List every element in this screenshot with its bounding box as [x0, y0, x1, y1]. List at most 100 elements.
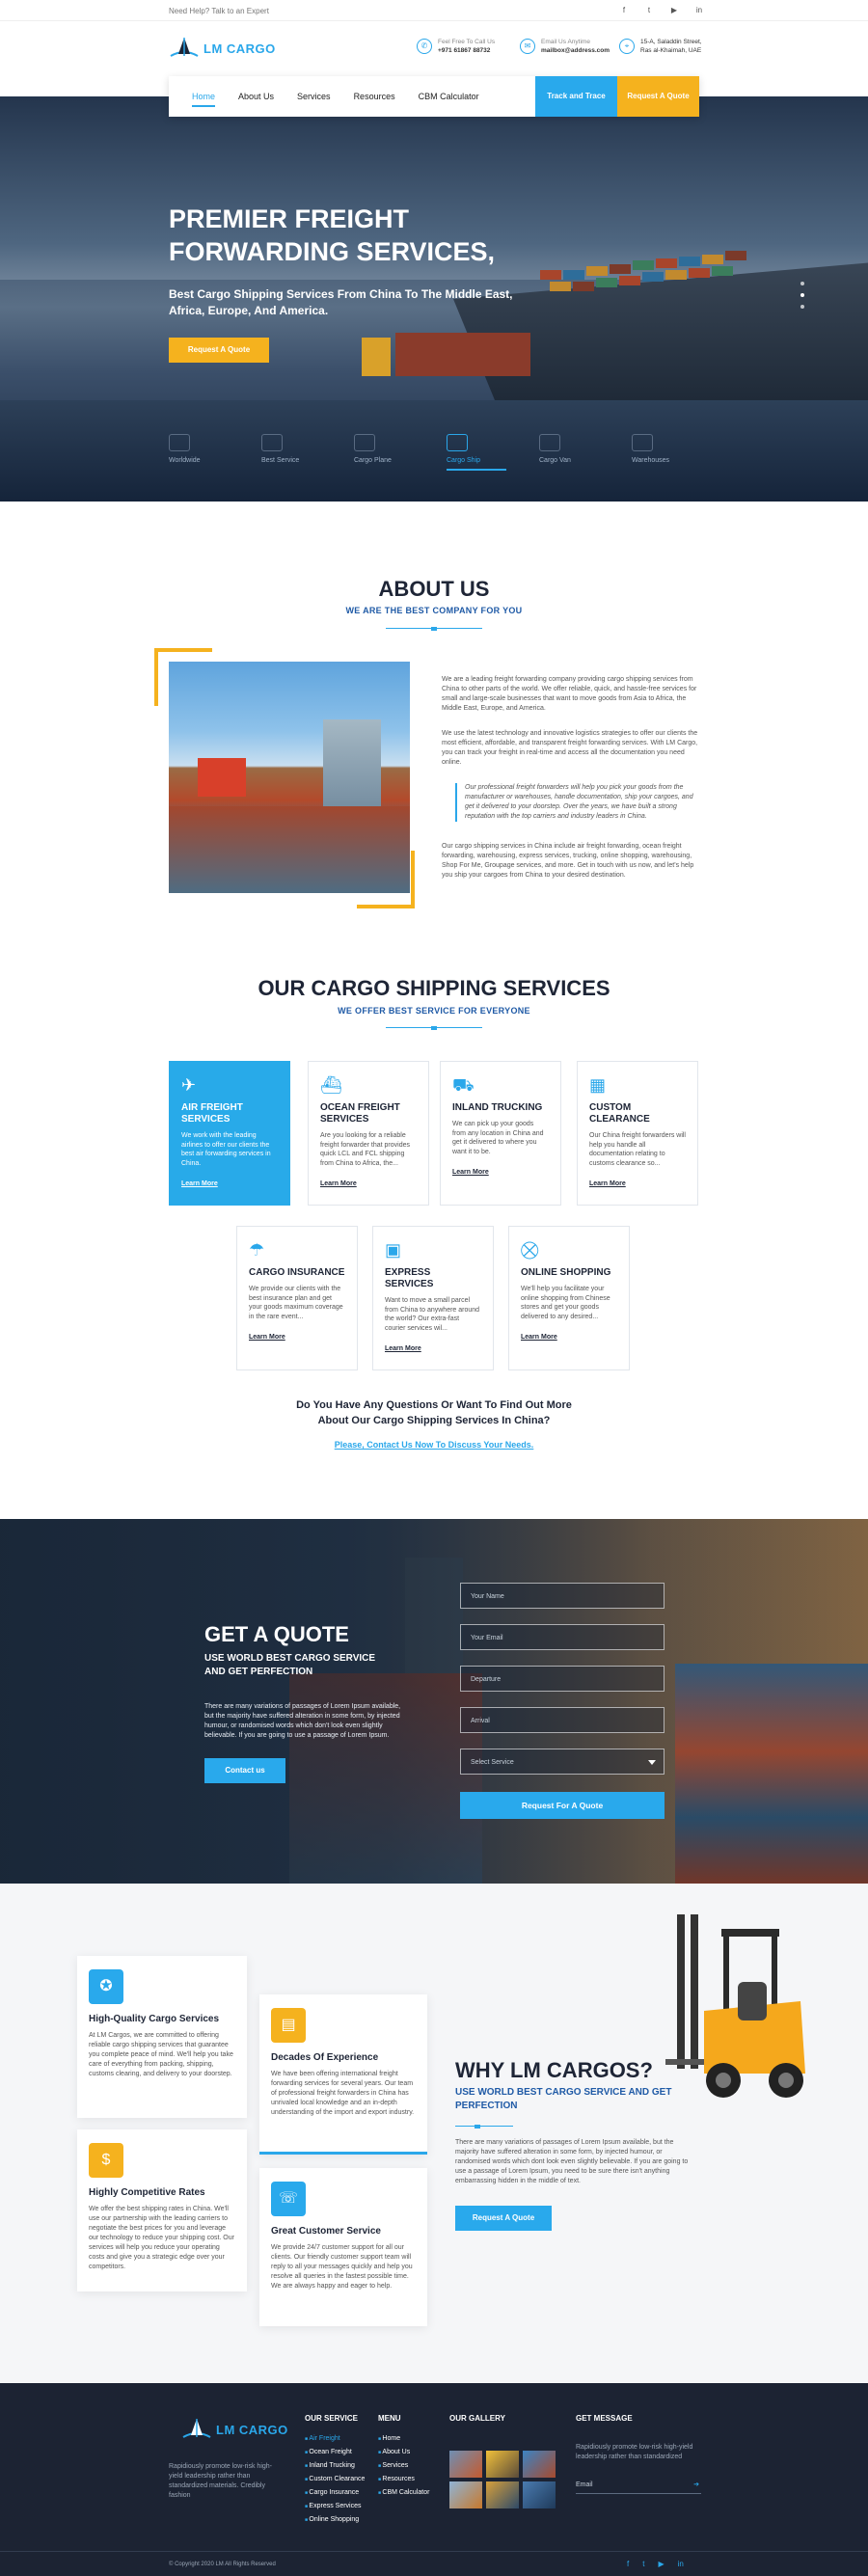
arrow-right-icon[interactable]: ➔ — [693, 2477, 699, 2494]
forklift-image — [665, 1905, 810, 2107]
service-text: Want to move a small parcel from China t… — [385, 1297, 480, 1332]
footer-link[interactable]: Air Freight — [305, 2432, 365, 2446]
logo[interactable]: LM CARGO — [169, 35, 276, 62]
service-card-custom-clearance[interactable]: ▦ CUSTOM CLEARANCE Our China freight for… — [577, 1061, 698, 1206]
hero-quote-button[interactable]: Request A Quote — [169, 338, 269, 363]
facebook-icon[interactable]: f — [627, 2560, 629, 2568]
learn-more-link[interactable]: Learn More — [385, 1345, 481, 1352]
service-card-air-freight[interactable]: ✈ AIR FREIGHT SERVICES We work with the … — [169, 1061, 290, 1206]
tab-cargo-plane[interactable]: Cargo Plane — [354, 434, 421, 471]
logo-mark-icon — [169, 35, 200, 62]
gallery-thumb[interactable] — [523, 2451, 556, 2478]
footer-menu-title: MENU — [378, 2414, 401, 2423]
box-icon: ▣ — [385, 1240, 402, 1260]
truck-icon: ⛟ — [452, 1075, 475, 1095]
nav-services[interactable]: Services — [297, 92, 331, 101]
nav-cbm-calculator[interactable]: CBM Calculator — [419, 92, 479, 101]
service-card-ocean-freight[interactable]: ⛴ OCEAN FREIGHT SERVICES Are you looking… — [308, 1061, 429, 1206]
header-phone[interactable]: ✆ Feel Free To Call Us +971 61867 88732 — [417, 39, 495, 54]
name-input[interactable]: Your Name — [460, 1583, 665, 1609]
slider-dot[interactable] — [800, 282, 804, 285]
request-quote-submit-button[interactable]: Request For A Quote — [460, 1792, 665, 1819]
youtube-icon[interactable]: ▶ — [668, 5, 680, 16]
services-subtitle: WE OFFER BEST SERVICE FOR EVERYONE — [338, 1006, 530, 1016]
tab-warehouses[interactable]: Warehouses — [632, 434, 699, 471]
twitter-icon[interactable]: t — [643, 5, 655, 16]
footer-link[interactable]: Online Shopping — [305, 2513, 365, 2527]
track-trace-button[interactable]: Track and Trace — [535, 76, 617, 117]
learn-more-link[interactable]: Learn More — [320, 1180, 417, 1187]
footer-email-input[interactable]: Email ➔ — [576, 2477, 701, 2494]
learn-more-link[interactable]: Learn More — [181, 1180, 278, 1187]
tab-best-service[interactable]: Best Service — [261, 434, 329, 471]
linkedin-icon[interactable]: in — [693, 5, 705, 16]
footer-link[interactable]: Cargo Insurance — [305, 2486, 365, 2500]
footer-logo-text: LM CARGO — [216, 2422, 288, 2437]
nav-home[interactable]: Home — [192, 92, 216, 107]
nav-resources[interactable]: Resources — [354, 92, 395, 101]
service-title: OCEAN FREIGHT SERVICES — [320, 1102, 400, 1125]
gallery-thumb[interactable] — [449, 2451, 482, 2478]
footer-link[interactable]: Ocean Freight — [305, 2446, 365, 2459]
header-location: ⌖ 15-A, Saladdin Street, Ras al-Khaimah, … — [619, 39, 702, 54]
linkedin-icon[interactable]: in — [678, 2560, 684, 2568]
about-paragraph-3: Our cargo shipping services in China inc… — [442, 843, 694, 879]
footer-link[interactable]: Inland Trucking — [305, 2459, 365, 2473]
request-quote-nav-button[interactable]: Request A Quote — [617, 76, 699, 117]
contact-us-link[interactable]: Please, Contact Us Now To Discuss Your N… — [0, 1440, 868, 1450]
calendar-icon: ▤ — [271, 2008, 306, 2043]
footer-logo[interactable]: LM CARGO — [181, 2416, 288, 2443]
why-card-title: Decades Of Experience — [271, 2052, 379, 2063]
arrival-input[interactable]: Arrival — [460, 1707, 665, 1733]
footer-gallery-title: OUR GALLERY — [449, 2414, 505, 2423]
top-social-links: f t ▶ in — [618, 5, 705, 16]
why-card-text: We provide 24/7 customer support for all… — [271, 2244, 413, 2290]
why-request-quote-button[interactable]: Request A Quote — [455, 2206, 552, 2231]
service-select[interactable]: Select Service — [460, 1749, 665, 1775]
departure-input[interactable]: Departure — [460, 1666, 665, 1692]
footer-menu-link[interactable]: CBM Calculator — [378, 2486, 429, 2500]
learn-more-link[interactable]: Learn More — [249, 1334, 345, 1341]
youtube-icon[interactable]: ▶ — [658, 2560, 664, 2568]
slider-dot[interactable] — [800, 305, 804, 309]
footer-gallery-column: OUR GALLERY — [449, 2414, 505, 2432]
facebook-icon[interactable]: f — [618, 5, 630, 16]
gallery-thumb[interactable] — [523, 2481, 556, 2508]
service-title: AIR FREIGHT SERVICES — [181, 1102, 243, 1125]
email-input[interactable]: Your Email — [460, 1624, 665, 1650]
learn-more-link[interactable]: Learn More — [452, 1169, 549, 1176]
why-card-title: Highly Competitive Rates — [89, 2187, 205, 2198]
tab-cargo-van[interactable]: Cargo Van — [539, 434, 607, 471]
email-address: mailbox@address.com — [541, 47, 610, 54]
customs-icon: ▦ — [589, 1075, 607, 1095]
why-card-quality: ✪ High-Quality Cargo Services At LM Carg… — [77, 1956, 247, 2118]
learn-more-link[interactable]: Learn More — [589, 1180, 686, 1187]
footer-menu-link[interactable]: Resources — [378, 2473, 429, 2486]
tab-worldwide[interactable]: Worldwide — [169, 434, 236, 471]
footer-link[interactable]: Express Services — [305, 2500, 365, 2513]
about-paragraph-2: We use the latest technology and innovat… — [442, 730, 698, 766]
slider-dot[interactable] — [800, 293, 804, 297]
header-email[interactable]: ✉ Email Us Anytime mailbox@address.com — [520, 39, 610, 54]
footer-link[interactable]: Custom Clearance — [305, 2473, 365, 2486]
service-card-inland-trucking[interactable]: ⛟ INLAND TRUCKING We can pick up your go… — [440, 1061, 561, 1206]
location-icon: ⌖ — [619, 39, 635, 54]
service-card-online-shopping[interactable]: ⛒ ONLINE SHOPPING We'll help you facilit… — [508, 1226, 630, 1370]
service-text: We'll help you facilitate your online sh… — [521, 1286, 610, 1320]
quote-subtitle: USE WORLD BEST CARGO SERVICE AND GET PER… — [204, 1653, 376, 1677]
quote-title: GET A QUOTE — [204, 1622, 349, 1646]
nav-about[interactable]: About Us — [238, 92, 274, 101]
tab-cargo-ship[interactable]: Cargo Ship — [447, 434, 514, 471]
gallery-thumb[interactable] — [486, 2451, 519, 2478]
gallery-thumb[interactable] — [486, 2481, 519, 2508]
service-card-cargo-insurance[interactable]: ☂ CARGO INSURANCE We provide our clients… — [236, 1226, 358, 1370]
service-card-express-services[interactable]: ▣ EXPRESS SERVICES Want to move a small … — [372, 1226, 494, 1370]
footer-menu-link[interactable]: About Us — [378, 2446, 429, 2459]
footer-menu-link[interactable]: Services — [378, 2459, 429, 2473]
learn-more-link[interactable]: Learn More — [521, 1334, 617, 1341]
twitter-icon[interactable]: t — [642, 2560, 644, 2568]
gallery-thumb[interactable] — [449, 2481, 482, 2508]
contact-us-button[interactable]: Contact us — [204, 1758, 285, 1783]
main-nav: Home About Us Services Resources CBM Cal… — [169, 76, 699, 117]
footer-menu-link[interactable]: Home — [378, 2432, 429, 2446]
